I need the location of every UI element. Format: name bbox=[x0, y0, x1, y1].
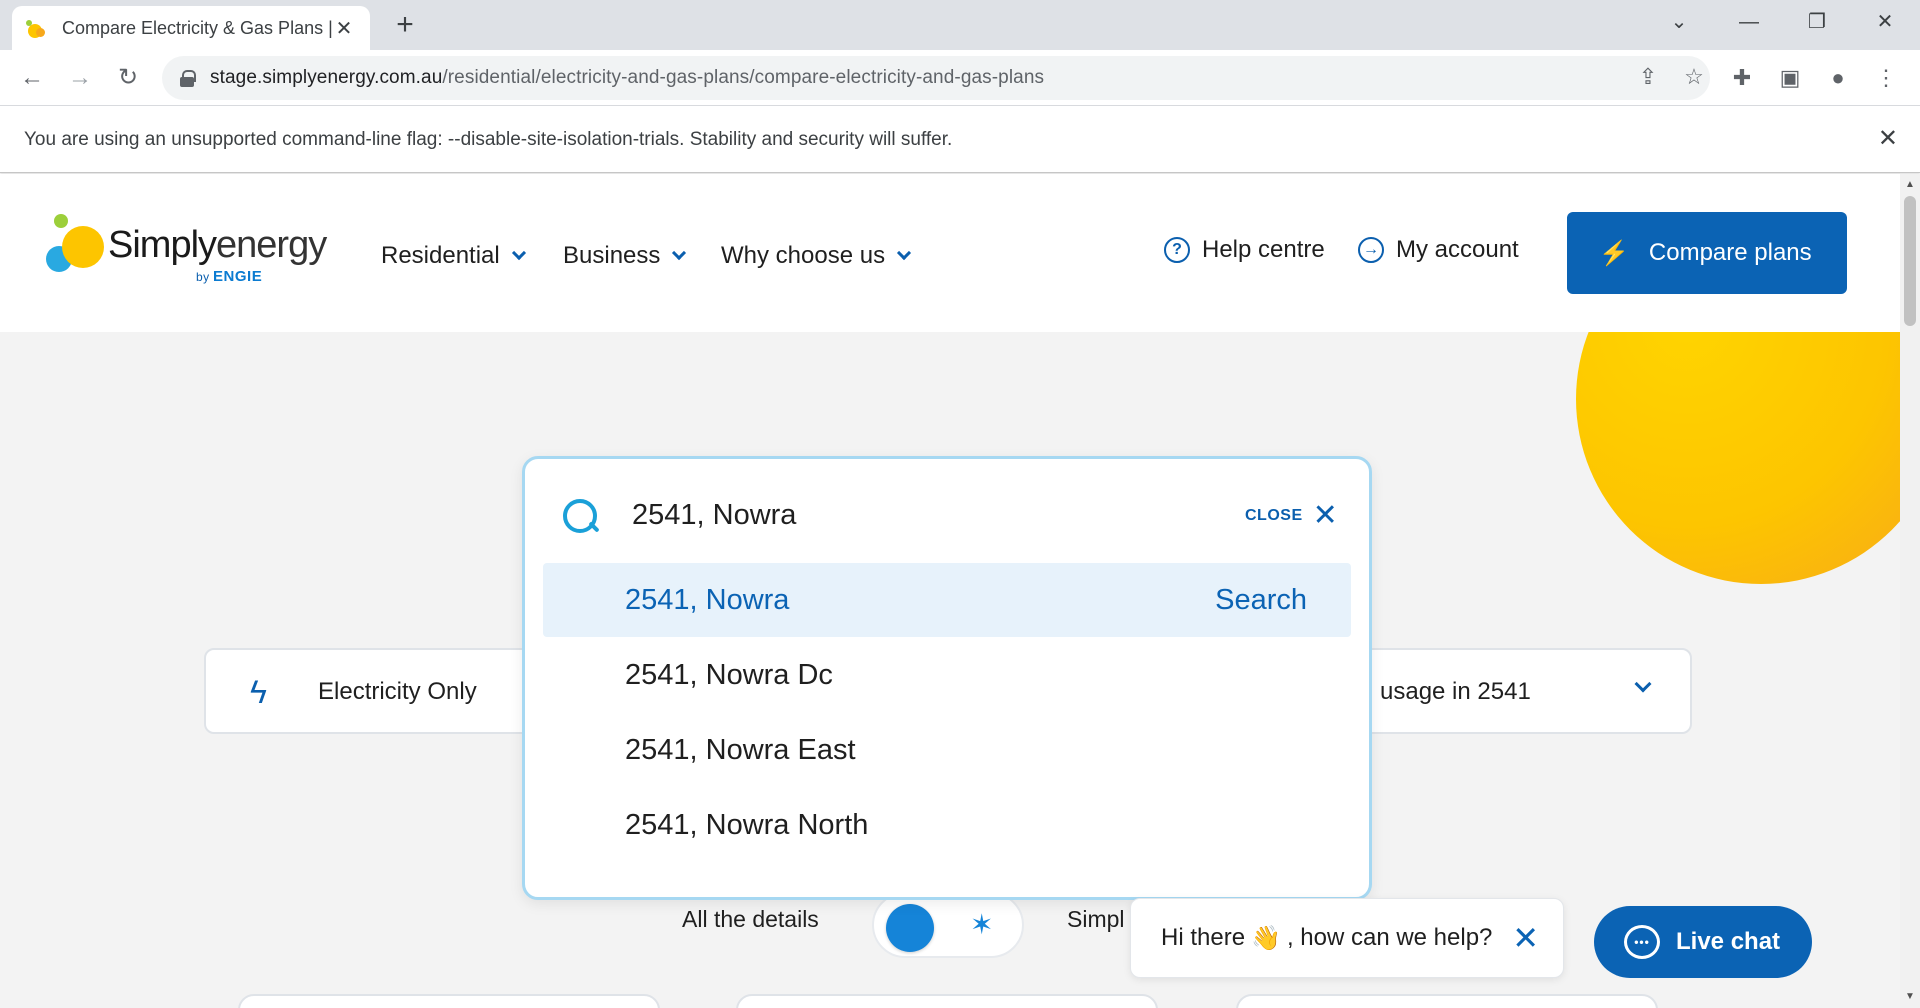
close-icon: ✕ bbox=[1312, 499, 1339, 532]
chat-greeting-bubble[interactable]: Hi there 👋 , how can we help? ✕ bbox=[1130, 898, 1564, 978]
chevron-down-icon bbox=[897, 245, 912, 261]
tab-strip: Compare Electricity & Gas Plans | ✕ + ⌄ … bbox=[0, 0, 1920, 50]
favicon-icon bbox=[26, 18, 46, 38]
scroll-up-arrow-icon[interactable]: ▲ bbox=[1904, 180, 1916, 190]
help-centre-link[interactable]: ? Help centre bbox=[1164, 236, 1325, 264]
chat-dismiss-icon[interactable]: ✕ bbox=[1512, 919, 1539, 957]
tab-search-chevron-icon[interactable]: ⌄ bbox=[1644, 0, 1714, 44]
infobar-message: You are using an unsupported command-lin… bbox=[24, 129, 953, 150]
back-icon[interactable]: ← bbox=[16, 62, 48, 94]
postcode-search-dropdown: CLOSE ✕ 2541, Nowra Search 2541, Nowra Dc… bbox=[522, 456, 1372, 900]
web-page: Simplyenergy by ENGIE Residential Busine… bbox=[0, 174, 1900, 1008]
search-icon bbox=[563, 499, 601, 537]
tab-close-icon[interactable]: ✕ bbox=[332, 16, 356, 41]
browser-tab[interactable]: Compare Electricity & Gas Plans | ✕ bbox=[12, 6, 370, 50]
view-mode-toggle[interactable]: ✶ bbox=[872, 892, 1024, 958]
side-panel-icon[interactable]: ▣ bbox=[1774, 62, 1806, 94]
url-path: /residential/electricity-and-gas-plans/c… bbox=[442, 67, 1045, 88]
close-window-icon[interactable]: ✕ bbox=[1850, 0, 1920, 44]
simply-energy-logo[interactable]: Simplyenergy by ENGIE bbox=[44, 212, 344, 292]
nav-business-label: Business bbox=[563, 242, 661, 269]
question-icon: ? bbox=[1164, 237, 1190, 263]
lightning-icon: ϟ bbox=[250, 674, 267, 710]
search-result-item[interactable]: 2541, Nowra North bbox=[543, 788, 1351, 862]
search-result-label: 2541, Nowra bbox=[625, 584, 790, 616]
profile-avatar-icon[interactable]: ● bbox=[1822, 62, 1854, 94]
forward-icon[interactable]: → bbox=[64, 62, 96, 94]
lock-icon bbox=[180, 70, 196, 87]
toggle-right-label: Simpl bbox=[1067, 906, 1125, 932]
search-result-item[interactable]: 2541, Nowra Search bbox=[543, 563, 1351, 637]
live-chat-button[interactable]: ••• Live chat bbox=[1594, 906, 1812, 978]
my-account-link[interactable]: → My account bbox=[1358, 236, 1519, 264]
tab-title: Compare Electricity & Gas Plans | bbox=[62, 17, 332, 38]
plan-card bbox=[1236, 994, 1658, 1008]
search-result-label: 2541, Nowra Dc bbox=[625, 659, 833, 691]
nav-business[interactable]: Business bbox=[563, 242, 687, 270]
infobar-close-icon[interactable]: ✕ bbox=[1878, 124, 1898, 153]
close-label: CLOSE bbox=[1245, 507, 1303, 524]
compare-plans-button[interactable]: ⚡ Compare plans bbox=[1567, 212, 1847, 294]
extensions-icon[interactable]: ✚ bbox=[1726, 62, 1758, 94]
page-scrollbar[interactable]: ▲ ▼ bbox=[1900, 174, 1920, 1008]
chat-bubble-icon: ••• bbox=[1624, 925, 1660, 959]
help-centre-label: Help centre bbox=[1202, 236, 1325, 263]
nav-why-choose-us[interactable]: Why choose us bbox=[721, 242, 912, 270]
new-tab-icon[interactable]: + bbox=[390, 10, 420, 40]
logo-wordmark: Simplyenergy bbox=[108, 224, 327, 266]
browser-toolbar: ← → ↻ stage.simplyenergy.com.au/resident… bbox=[0, 50, 1920, 106]
chat-greeting-b: , how can we help? bbox=[1286, 924, 1493, 951]
nav-residential-label: Residential bbox=[381, 242, 500, 269]
nav-residential[interactable]: Residential bbox=[381, 242, 526, 270]
search-result-search-link[interactable]: Search bbox=[1215, 563, 1307, 637]
compare-plans-label: Compare plans bbox=[1648, 239, 1812, 266]
toggle-left-label: All the details bbox=[682, 906, 819, 932]
magic-wand-icon: ✶ bbox=[970, 909, 994, 940]
plan-card bbox=[736, 994, 1158, 1008]
live-chat-label: Live chat bbox=[1676, 928, 1781, 955]
plan-card bbox=[238, 994, 660, 1008]
postcode-search-input[interactable] bbox=[632, 499, 1192, 532]
chat-greeting-a: Hi there bbox=[1161, 924, 1246, 951]
restore-icon[interactable]: ❐ bbox=[1782, 0, 1852, 44]
waving-hand-icon: 👋 bbox=[1251, 924, 1281, 952]
sign-in-icon: → bbox=[1358, 237, 1384, 263]
compare-icon: ⚡ bbox=[1599, 239, 1629, 267]
search-result-label: 2541, Nowra East bbox=[625, 734, 856, 766]
close-search-button[interactable]: CLOSE ✕ bbox=[1245, 501, 1338, 531]
reload-icon[interactable]: ↻ bbox=[112, 62, 144, 94]
usage-label: usage in 2541 bbox=[1380, 678, 1531, 705]
search-result-label: 2541, Nowra North bbox=[625, 809, 869, 841]
nav-why-choose-us-label: Why choose us bbox=[721, 242, 886, 269]
menu-kebab-icon[interactable]: ⋮ bbox=[1870, 62, 1902, 94]
search-result-item[interactable]: 2541, Nowra Dc bbox=[543, 638, 1351, 712]
address-bar[interactable]: stage.simplyenergy.com.au/residential/el… bbox=[162, 56, 1710, 100]
warning-infobar: You are using an unsupported command-lin… bbox=[0, 106, 1920, 173]
search-result-item[interactable]: 2541, Nowra East bbox=[543, 713, 1351, 787]
chevron-down-icon bbox=[511, 245, 526, 261]
browser-window: Compare Electricity & Gas Plans | ✕ + ⌄ … bbox=[0, 0, 1920, 1008]
logo-byline: by ENGIE bbox=[196, 268, 263, 285]
share-icon[interactable]: ⇪ bbox=[1634, 64, 1662, 90]
my-account-label: My account bbox=[1396, 236, 1519, 263]
scroll-thumb[interactable] bbox=[1904, 196, 1916, 326]
scroll-down-arrow-icon[interactable]: ▼ bbox=[1904, 992, 1916, 1002]
toggle-knob bbox=[886, 904, 934, 952]
url-host: stage.simplyenergy.com.au bbox=[210, 67, 443, 88]
bookmark-star-icon[interactable]: ☆ bbox=[1680, 64, 1708, 90]
fuel-type-label: Electricity Only bbox=[318, 678, 477, 705]
site-header: Simplyenergy by ENGIE Residential Busine… bbox=[0, 174, 1900, 332]
url-text: stage.simplyenergy.com.au/residential/el… bbox=[210, 67, 1044, 89]
minimize-icon[interactable]: — bbox=[1714, 0, 1784, 44]
chevron-down-icon bbox=[672, 245, 687, 261]
chevron-down-icon bbox=[1634, 675, 1652, 693]
